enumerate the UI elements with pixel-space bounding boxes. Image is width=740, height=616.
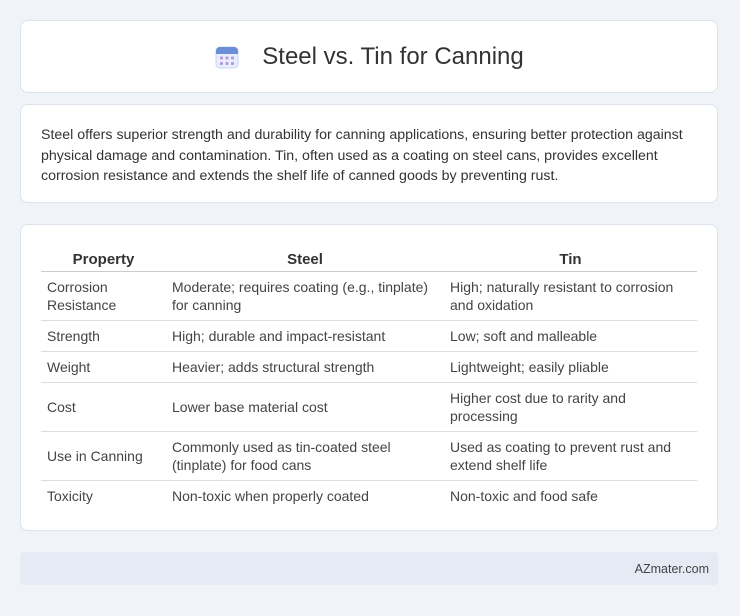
property-cell: Toxicity <box>47 488 93 504</box>
summary-card: Steel offers superior strength and durab… <box>20 104 718 203</box>
property-cell: Cost <box>41 382 166 432</box>
footer-source[interactable]: AZmater.com <box>635 562 709 576</box>
table-row: Use in Canning Commonly used as tin-coat… <box>41 431 697 481</box>
property-cell: Strength <box>41 320 166 352</box>
tin-cell: Higher cost due to rarity and processing <box>444 382 697 432</box>
page-title: Steel vs. Tin for Canning <box>262 42 524 70</box>
header-steel: Steel <box>166 245 444 272</box>
header-property: Property <box>41 245 166 272</box>
tin-cell: Non-toxic and food safe <box>450 488 598 504</box>
summary-text: Steel offers superior strength and durab… <box>41 127 683 184</box>
comparison-card: Property Steel Tin Corrosion Resistance … <box>20 224 718 531</box>
property-cell: Weight <box>41 351 166 383</box>
title-card: Steel vs. Tin for Canning <box>20 20 718 93</box>
tin-cell: Lightweight; easily pliable <box>444 351 697 383</box>
calendar-icon <box>214 44 240 70</box>
steel-cell: Non-toxic when properly coated <box>172 488 369 504</box>
tin-cell: High; naturally resistant to corrosion a… <box>444 271 697 321</box>
table-row: Weight Heavier; adds structural strength… <box>41 351 697 383</box>
table-row: Corrosion Resistance Moderate; requires … <box>41 271 697 321</box>
tin-cell: Low; soft and malleable <box>444 320 697 352</box>
table-row: Strength High; durable and impact-resist… <box>41 320 697 352</box>
property-cell: Corrosion Resistance <box>41 271 166 321</box>
steel-cell: High; durable and impact-resistant <box>166 320 444 352</box>
steel-cell: Commonly used as tin-coated steel (tinpl… <box>166 431 444 481</box>
table-row: Toxicity Non-toxic when properly coated … <box>41 481 697 512</box>
footer: AZmater.com <box>20 552 718 585</box>
comparison-table: Property Steel Tin Corrosion Resistance … <box>41 245 697 511</box>
steel-cell: Heavier; adds structural strength <box>166 351 444 383</box>
table-row: Cost Lower base material cost Higher cos… <box>41 382 697 432</box>
header-tin: Tin <box>444 245 697 272</box>
table-header-row: Property Steel Tin <box>41 245 697 272</box>
tin-cell: Used as coating to prevent rust and exte… <box>444 431 697 481</box>
steel-cell: Moderate; requires coating (e.g., tinpla… <box>166 271 444 321</box>
steel-cell: Lower base material cost <box>166 382 444 432</box>
property-cell: Use in Canning <box>41 431 166 481</box>
